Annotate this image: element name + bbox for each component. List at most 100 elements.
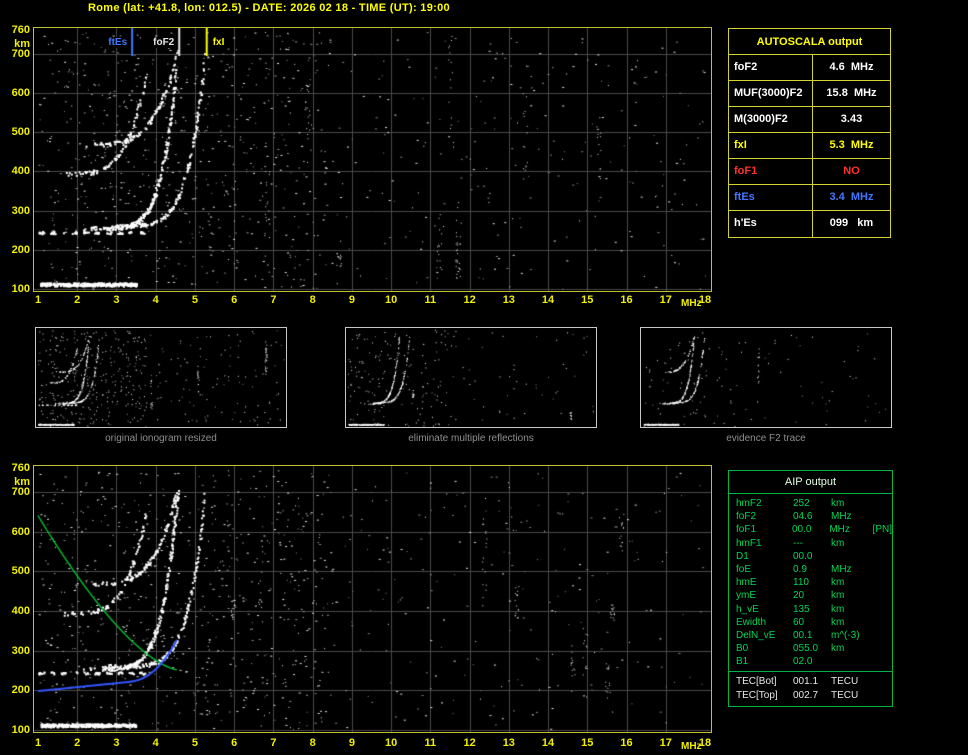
aip-extra bbox=[875, 550, 892, 563]
aip-row: h_vE 135 km bbox=[729, 603, 892, 616]
x-axis-tick: 3 bbox=[113, 737, 120, 749]
aip-table-divider bbox=[729, 671, 892, 673]
aip-value: 055.0 bbox=[793, 643, 819, 655]
aip-extra bbox=[875, 537, 892, 550]
aip-value: 60 bbox=[793, 616, 805, 628]
autoscala-row: fxI 5.3 MHz bbox=[729, 133, 890, 159]
autoscala-row: M(3000)F2 3.43 bbox=[729, 107, 890, 133]
y-axis-tick: 760 bbox=[11, 23, 30, 36]
aip-row: B1 02.0 bbox=[729, 655, 892, 668]
aip-row: Ewidth 60 km bbox=[729, 616, 892, 629]
aip-name: TEC[Bot] bbox=[736, 676, 777, 688]
aip-row: foF1 00.0 MHz [PN] bbox=[729, 523, 892, 536]
x-axis-tick: 2 bbox=[74, 737, 81, 749]
thumbnail-caption-original: original ionogram resized bbox=[105, 433, 217, 444]
aip-extra: [PN] bbox=[872, 524, 892, 536]
aip-name: D1 bbox=[736, 550, 749, 562]
aip-value: --- bbox=[793, 537, 803, 549]
autoscala-row-value: 3.4 MHz bbox=[829, 191, 874, 203]
x-axis-tick: 2 bbox=[74, 294, 81, 306]
bottom-ionogram-plot bbox=[33, 465, 712, 733]
autoscala-row-label: MUF(3000)F2 bbox=[729, 81, 813, 106]
aip-value: 135 bbox=[793, 603, 810, 615]
thumbnail-no-multiples-canvas bbox=[346, 328, 596, 427]
aip-unit: km bbox=[831, 616, 845, 628]
aip-unit: TECU bbox=[831, 676, 859, 688]
aip-row: hmE 110 km bbox=[729, 576, 892, 589]
x-axis-tick: 4 bbox=[152, 737, 159, 749]
y-axis-unit-label: km bbox=[14, 37, 30, 50]
aip-value: 00.1 bbox=[793, 629, 813, 641]
aip-unit: km bbox=[831, 643, 845, 655]
autoscala-row: foF2 4.6 MHz bbox=[729, 55, 890, 81]
x-axis-tick: 9 bbox=[348, 737, 355, 749]
thumbnail-no-multiples bbox=[345, 327, 597, 428]
x-axis-tick: 17 bbox=[659, 737, 672, 749]
aip-table-tec-rows: TEC[Bot] 001.1 TECU TEC[Top] 002.7 TECU bbox=[729, 675, 892, 701]
y-axis-tick: 100 bbox=[11, 724, 30, 736]
autoscala-row-value: 4.6 MHz bbox=[829, 61, 874, 73]
autoscala-window: Rome (lat: +41.8, lon: 012.5) - DATE: 20… bbox=[0, 0, 968, 755]
x-axis-tick: 4 bbox=[152, 294, 159, 306]
autoscala-row-label: fxI bbox=[729, 133, 813, 158]
aip-unit: MHz bbox=[831, 511, 852, 523]
aip-tec-row: TEC[Top] 002.7 TECU bbox=[729, 689, 892, 702]
aip-name: B0 bbox=[736, 643, 749, 655]
aip-unit: m^(-3) bbox=[831, 629, 860, 641]
x-axis-tick: 6 bbox=[231, 294, 238, 306]
autoscala-row-label: foF1 bbox=[729, 159, 813, 184]
aip-name: hmF2 bbox=[736, 498, 762, 509]
x-axis-tick: 16 bbox=[620, 737, 633, 749]
x-axis-tick: 5 bbox=[191, 294, 198, 306]
y-axis-tick: 300 bbox=[11, 204, 30, 217]
autoscala-row-value: 099 km bbox=[829, 217, 874, 229]
x-axis-tick: 3 bbox=[113, 294, 120, 306]
aip-extra bbox=[875, 563, 892, 576]
aip-name: DelN_vE bbox=[736, 629, 776, 641]
autoscala-row-value: 5.3 MHz bbox=[829, 139, 874, 151]
autoscala-row: MUF(3000)F2 15.8 MHz bbox=[729, 81, 890, 107]
aip-unit bbox=[831, 655, 875, 668]
thumbnail-original-ionogram bbox=[35, 327, 287, 428]
fxi-marker-label: fxI bbox=[211, 37, 226, 48]
aip-value: 002.7 bbox=[793, 689, 819, 701]
x-axis-tick: 15 bbox=[581, 737, 594, 749]
y-axis-tick: 100 bbox=[11, 283, 30, 296]
aip-name: TEC[Top] bbox=[736, 689, 778, 701]
x-axis-tick: 7 bbox=[270, 737, 277, 749]
x-axis-unit-label: MHz bbox=[681, 741, 702, 752]
aip-name: h_vE bbox=[736, 603, 759, 615]
thumbnail-caption-f2-evidence: evidence F2 trace bbox=[726, 433, 806, 444]
thumbnail-caption-no-multiples: eliminate multiple reflections bbox=[408, 433, 534, 444]
autoscala-table-title: AUTOSCALA output bbox=[729, 29, 890, 55]
aip-name: hmE bbox=[736, 577, 757, 589]
x-axis-tick: 8 bbox=[309, 737, 316, 749]
aip-extra bbox=[875, 675, 892, 688]
aip-extra bbox=[875, 642, 892, 655]
autoscala-row: h'Es 099 km bbox=[729, 211, 890, 237]
aip-row: hmF1 --- km bbox=[729, 537, 892, 550]
thumbnail-original-canvas bbox=[36, 328, 286, 427]
aip-name: B1 bbox=[736, 656, 749, 668]
x-axis-tick: 14 bbox=[541, 294, 555, 306]
autoscala-row-value: NO bbox=[843, 165, 860, 177]
aip-tec-row: TEC[Bot] 001.1 TECU bbox=[729, 675, 892, 688]
x-axis-tick: 10 bbox=[384, 737, 398, 749]
x-axis-tick: 8 bbox=[309, 294, 316, 306]
aip-extra bbox=[875, 655, 892, 668]
autoscala-row: foF1 NO bbox=[729, 159, 890, 185]
aip-unit: km bbox=[831, 498, 845, 509]
aip-row: D1 00.0 bbox=[729, 550, 892, 563]
aip-row: foE 0.9 MHz bbox=[729, 563, 892, 576]
aip-row: foF2 04.6 MHz bbox=[729, 510, 892, 523]
x-axis-tick: 9 bbox=[348, 294, 355, 306]
y-axis-unit-label: km bbox=[14, 475, 30, 488]
aip-unit: km bbox=[831, 577, 845, 589]
aip-extra bbox=[875, 497, 892, 510]
y-axis-tick: 200 bbox=[11, 684, 30, 697]
x-axis-tick: 11 bbox=[424, 294, 437, 306]
aip-row: hmF2 252 km bbox=[729, 497, 892, 510]
aip-output-table: AIP output hmF2 252 km foF2 04.6 MHz foF1 00.0 M… bbox=[728, 470, 893, 707]
aip-value: 00.0 bbox=[793, 550, 813, 562]
aip-extra bbox=[875, 616, 892, 629]
